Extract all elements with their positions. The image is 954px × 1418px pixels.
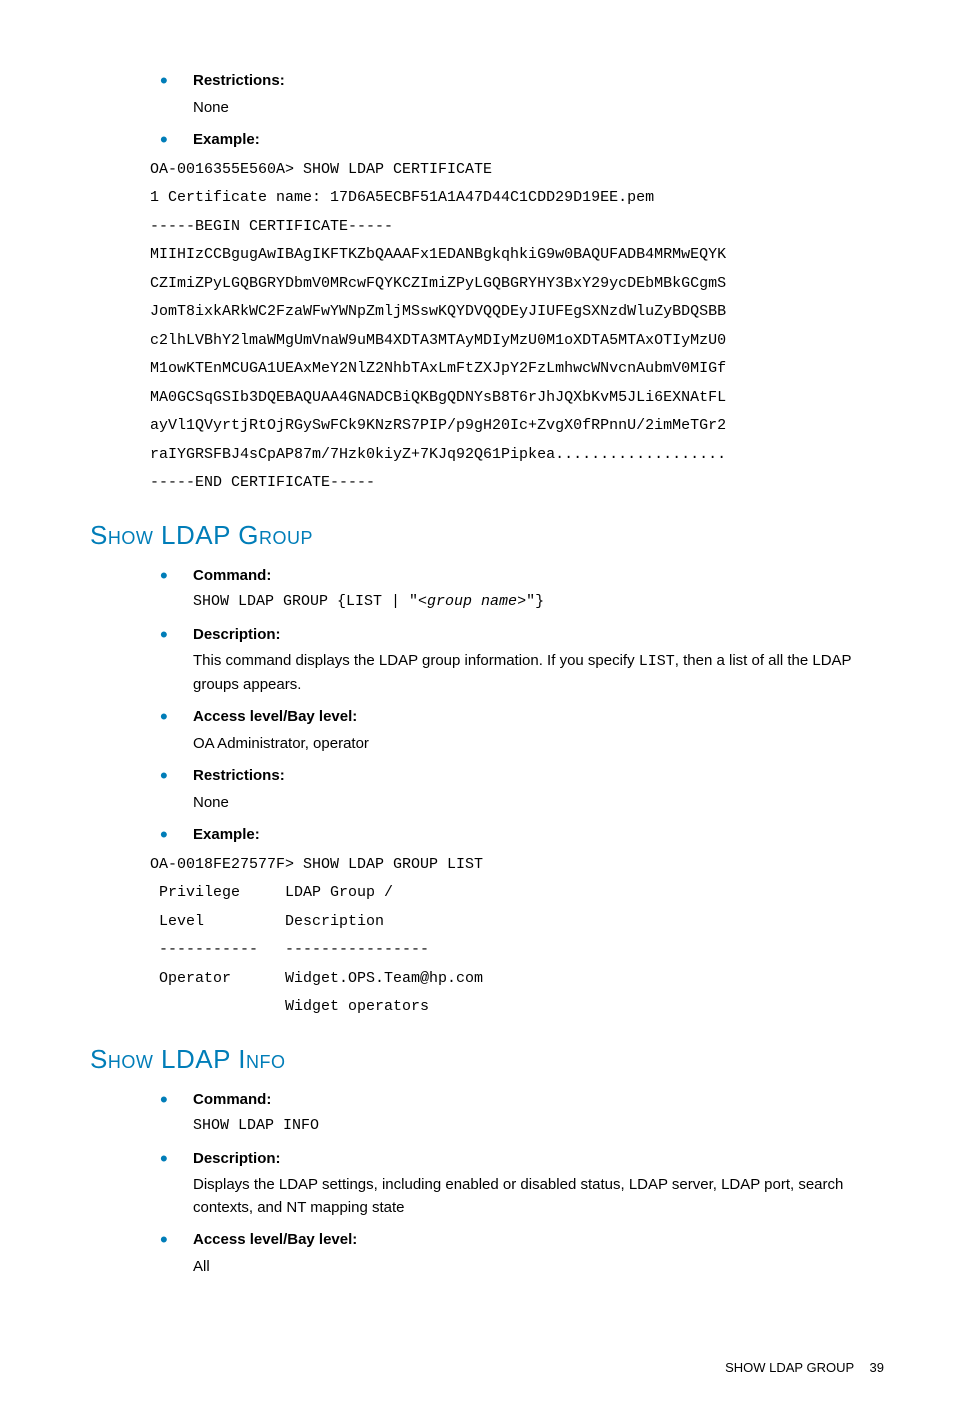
definition-list: Command: SHOW LDAP GROUP {LIST | "<group… xyxy=(90,565,884,847)
item-label: Access level/Bay level: xyxy=(193,1231,357,1248)
list-item: Description: Displays the LDAP settings,… xyxy=(160,1148,884,1220)
item-body: All xyxy=(193,1256,884,1279)
item-body: OA Administrator, operator xyxy=(193,733,884,756)
item-mono: SHOW LDAP INFO xyxy=(193,1115,884,1138)
heading-show-ldap-group: Show LDAP Group xyxy=(90,516,884,555)
item-label: Restrictions: xyxy=(193,72,285,89)
item-label: Command: xyxy=(193,1091,271,1108)
list-item: Access level/Bay level: OA Administrator… xyxy=(160,706,884,755)
list-item: Restrictions: None xyxy=(160,765,884,814)
list-item: Example: xyxy=(160,129,884,152)
item-label: Description: xyxy=(193,626,281,643)
list-item: Restrictions: None xyxy=(160,70,884,119)
item-label: Restrictions: xyxy=(193,767,285,784)
item-label: Command: xyxy=(193,567,271,584)
definition-list: Command: SHOW LDAP INFO Description: Dis… xyxy=(90,1089,884,1279)
item-label: Example: xyxy=(193,131,260,148)
item-body: Displays the LDAP settings, including en… xyxy=(193,1174,884,1219)
heading-show-ldap-info: Show LDAP Info xyxy=(90,1040,884,1079)
code-block-example: OA-0018FE27577F> SHOW LDAP GROUP LIST Pr… xyxy=(150,851,884,1022)
code-block-example: OA-0016355E560A> SHOW LDAP CERTIFICATE 1… xyxy=(150,156,884,498)
list-item: Command: SHOW LDAP INFO xyxy=(160,1089,884,1138)
item-body: None xyxy=(193,792,884,815)
list-item: Command: SHOW LDAP GROUP {LIST | "<group… xyxy=(160,565,884,614)
item-label: Access level/Bay level: xyxy=(193,708,357,725)
list-item: Example: xyxy=(160,824,884,847)
definition-list: Restrictions: None Example: xyxy=(90,70,884,152)
footer-section: SHOW LDAP GROUP xyxy=(725,1360,854,1375)
list-item: Description: This command displays the L… xyxy=(160,624,884,697)
item-label: Description: xyxy=(193,1150,281,1167)
footer-page-number: 39 xyxy=(858,1360,884,1375)
item-label: Example: xyxy=(193,826,260,843)
item-body: This command displays the LDAP group inf… xyxy=(193,650,884,696)
item-mono: SHOW LDAP GROUP {LIST | "<group name>"} xyxy=(193,591,884,614)
page-footer: SHOW LDAP GROUP 39 xyxy=(90,1358,884,1378)
item-body: None xyxy=(193,97,884,120)
